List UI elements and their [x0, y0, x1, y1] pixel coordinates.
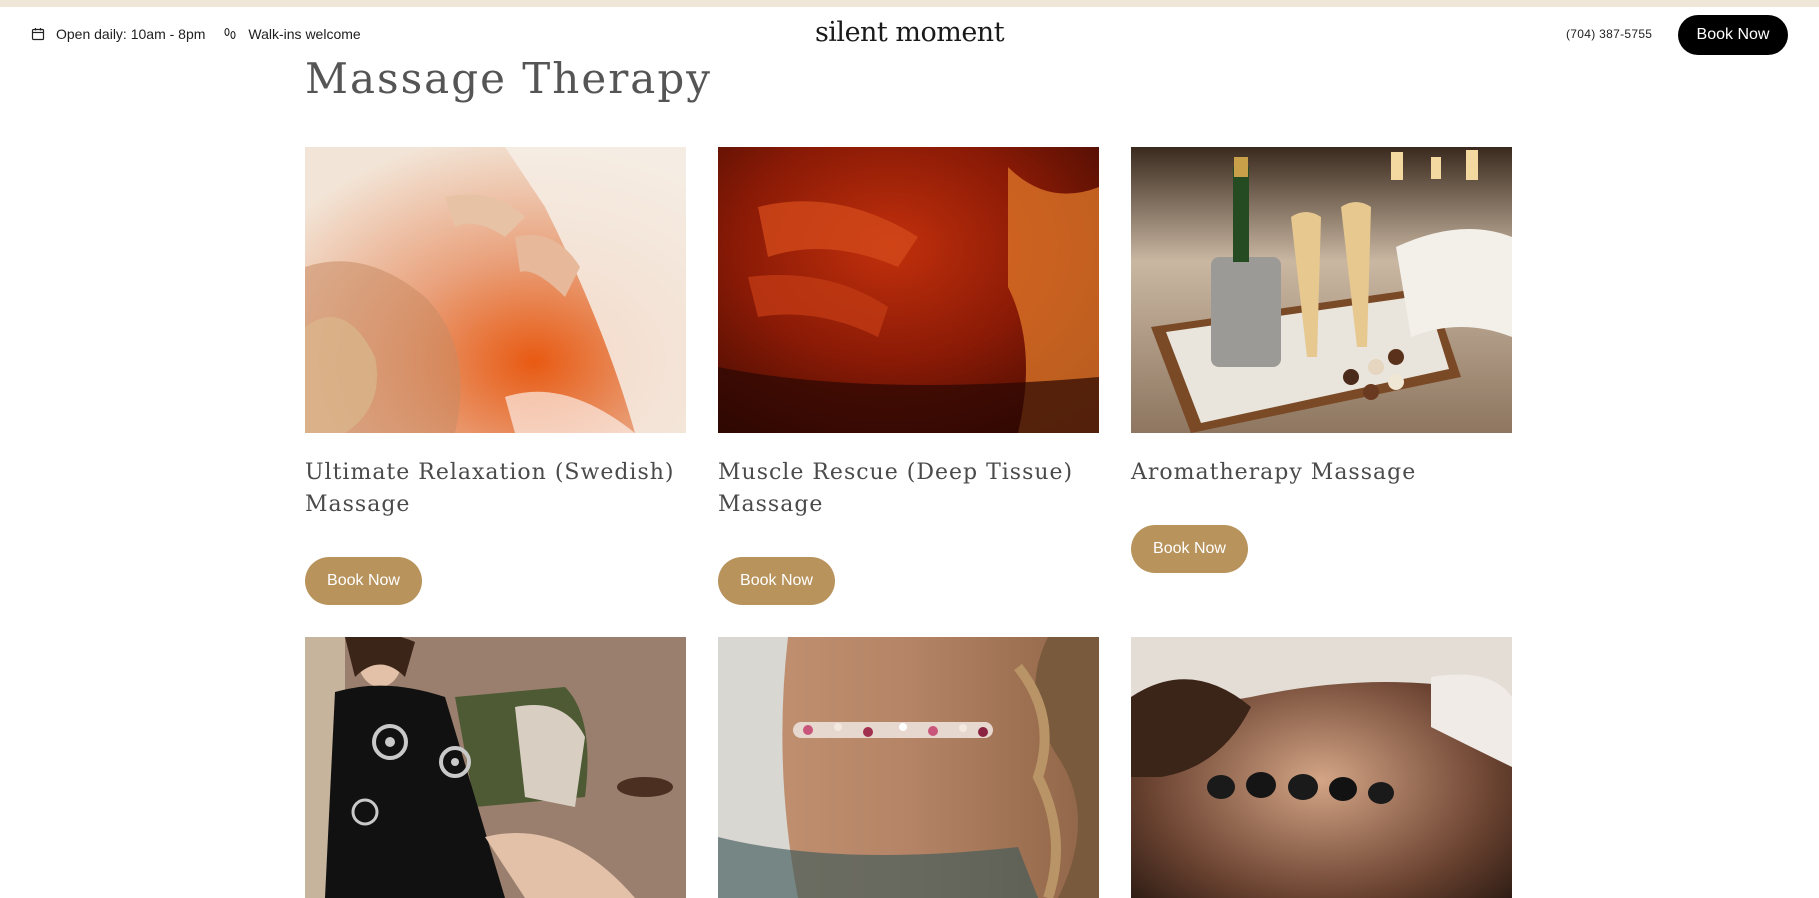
card-title: Muscle Rescue (Deep Tissue) Massage [718, 460, 1074, 517]
deep-tissue-massage-image[interactable] [718, 147, 1099, 433]
card-title: Ultimate Relaxation (Swedish) Massage [305, 460, 675, 517]
swedish-massage-image[interactable] [305, 147, 686, 433]
site-header: Open daily: 10am - 8pm Walk-ins welcome … [0, 7, 1819, 61]
robe-lounge-image[interactable] [305, 637, 686, 898]
aromatherapy-massage-image[interactable] [1131, 147, 1512, 433]
header-book-now-button[interactable]: Book Now [1678, 15, 1788, 55]
section-title: Massage Therapy [305, 54, 712, 103]
card-title: Aromatherapy Massage [1131, 460, 1417, 485]
site-logo[interactable]: silent moment [0, 17, 1819, 48]
book-now-button[interactable]: Book Now [1131, 525, 1248, 573]
phone-link[interactable]: (704) 387-5755 [1566, 27, 1652, 41]
floral-back-treatment-image[interactable] [718, 637, 1099, 898]
book-now-button[interactable]: Book Now [718, 557, 835, 605]
top-accent-strip [0, 0, 1819, 7]
hot-stone-massage-image[interactable] [1131, 637, 1512, 898]
book-now-button[interactable]: Book Now [305, 557, 422, 605]
